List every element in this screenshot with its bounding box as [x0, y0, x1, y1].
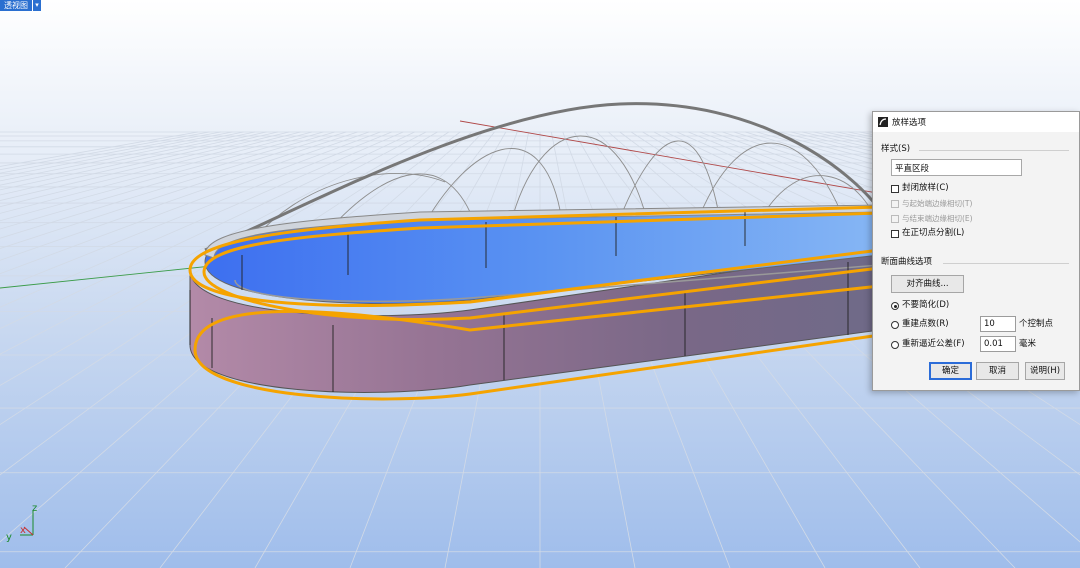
loft-options-dialog: 放样选项 样式(S) 平直区段 ⌄ 封闭放样(C) 与起始端边缘相切(T) 与结…: [872, 111, 1080, 391]
loft-app-icon: [878, 117, 888, 127]
axis-y-label: y: [6, 532, 12, 543]
refit-tolerance-input[interactable]: 0.01: [980, 336, 1016, 352]
no-simplify-label[interactable]: 不要简化(D): [902, 300, 949, 311]
refit-radio[interactable]: [891, 341, 899, 349]
refit-unit-label: 毫米: [1019, 339, 1037, 349]
style-divider: [919, 150, 1069, 151]
rebuild-radio[interactable]: [891, 321, 899, 329]
align-curves-button[interactable]: 对齐曲线...: [891, 275, 964, 293]
refit-label[interactable]: 重新逼近公差(F): [902, 339, 965, 350]
axis-z-label: z: [32, 503, 37, 514]
split-kinks-label[interactable]: 在正切点分割(L): [902, 228, 964, 239]
tangent-end-label[interactable]: 与结束端边缘相切(E): [902, 213, 973, 224]
section-divider: [943, 263, 1069, 264]
style-label: 样式(S): [881, 144, 911, 154]
tangent-start-checkbox[interactable]: [891, 200, 899, 208]
section-curve-options-label: 断面曲线选项: [881, 257, 933, 267]
closed-loft-label[interactable]: 封闭放样(C): [902, 183, 949, 194]
dialog-title: 放样选项: [892, 118, 927, 128]
cancel-button[interactable]: 取消: [976, 362, 1019, 380]
rebuild-unit-label: 个控制点: [1019, 319, 1054, 329]
axis-x-label: x: [20, 525, 26, 536]
tangent-end-checkbox[interactable]: [891, 215, 899, 223]
split-kinks-checkbox[interactable]: [891, 230, 899, 238]
help-button[interactable]: 说明(H): [1025, 362, 1065, 380]
ok-button[interactable]: 确定: [929, 362, 972, 380]
closed-loft-checkbox[interactable]: [891, 185, 899, 193]
rebuild-label[interactable]: 重建点数(R): [902, 319, 949, 330]
rebuild-points-input[interactable]: 10: [980, 316, 1016, 332]
tangent-start-label[interactable]: 与起始端边缘相切(T): [902, 198, 972, 209]
viewport-tab[interactable]: 透视图 ▾: [0, 0, 41, 11]
no-simplify-radio[interactable]: [891, 302, 899, 310]
viewport-menu-arrow-icon[interactable]: ▾: [33, 0, 41, 11]
viewport-tab-label[interactable]: 透视图: [0, 0, 32, 11]
chevron-down-icon: ⌄: [895, 162, 902, 171]
style-select[interactable]: 平直区段 ⌄: [891, 159, 1022, 176]
dialog-titlebar[interactable]: 放样选项: [873, 112, 1079, 132]
